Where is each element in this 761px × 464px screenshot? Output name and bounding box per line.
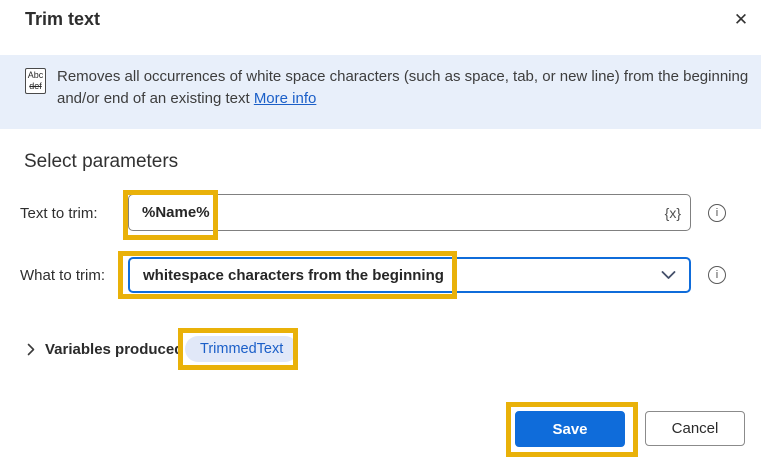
description-line-2: and/or end of an existing text More info xyxy=(57,88,757,110)
trim-text-dialog: Trim text ✕ Abc def Removes all occurren… xyxy=(0,0,761,464)
action-icon-top-text: Abc xyxy=(27,70,44,80)
info-glyph: i xyxy=(715,269,719,281)
info-glyph: i xyxy=(715,207,719,219)
text-to-trim-label: Text to trim: xyxy=(20,205,98,222)
text-to-trim-info-icon[interactable]: i xyxy=(708,204,726,222)
variables-expander-chevron-icon[interactable] xyxy=(27,343,35,356)
cancel-button[interactable]: Cancel xyxy=(645,411,745,446)
action-description-banner: Abc def Removes all occurrences of white… xyxy=(0,55,761,129)
fx-icon: {x} xyxy=(664,204,681,221)
select-parameters-heading: Select parameters xyxy=(24,151,179,172)
text-to-trim-value[interactable]: %Name% xyxy=(129,204,665,221)
dialog-title: Trim text xyxy=(25,9,101,29)
what-to-trim-dropdown[interactable]: whitespace characters from the beginning xyxy=(128,257,691,293)
trim-text-action-icon: Abc def xyxy=(25,68,46,94)
chevron-down-icon xyxy=(661,270,676,280)
description-line-2-text: and/or end of an existing text xyxy=(57,90,250,107)
what-to-trim-selected-value: whitespace characters from the beginning xyxy=(143,266,444,284)
close-button[interactable]: ✕ xyxy=(726,5,756,35)
close-icon: ✕ xyxy=(733,10,749,29)
action-icon-bottom-text: def xyxy=(29,81,42,91)
what-to-trim-info-icon[interactable]: i xyxy=(708,266,726,284)
produced-variable-pill[interactable]: TrimmedText xyxy=(185,336,299,362)
variables-produced-label[interactable]: Variables produced xyxy=(45,341,183,358)
action-description: Removes all occurrences of white space c… xyxy=(57,66,757,110)
text-to-trim-input[interactable]: %Name% {x} xyxy=(128,194,691,231)
more-info-link[interactable]: More info xyxy=(254,90,317,107)
save-button[interactable]: Save xyxy=(515,411,625,447)
what-to-trim-label: What to trim: xyxy=(20,267,106,284)
description-line-1: Removes all occurrences of white space c… xyxy=(57,68,749,85)
variable-picker-button[interactable]: {x} xyxy=(665,205,690,221)
